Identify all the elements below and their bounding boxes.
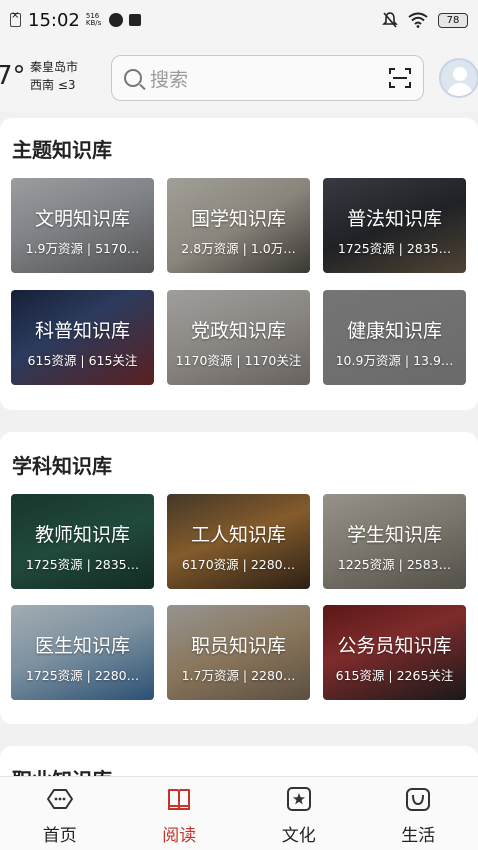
- section-theme-library: 主题知识库 文明知识库 1.9万资源 | 5170… 国学知识库 2.8万资源 …: [0, 118, 478, 410]
- weather-city: 秦皇岛市: [30, 60, 79, 74]
- avatar[interactable]: [439, 58, 478, 98]
- culture-icon: [286, 787, 311, 811]
- notification-icon: [109, 13, 124, 27]
- card-stats: 1725资源 | 2835…: [337, 241, 452, 256]
- card-stats: 1225资源 | 2583…: [337, 557, 452, 572]
- card-name: 教师知识库: [34, 524, 130, 546]
- library-card-jiaoshi[interactable]: 教师知识库 1725资源 | 2835…: [11, 494, 154, 589]
- app-notification-icon: [129, 14, 142, 26]
- library-card-dangzheng[interactable]: 党政知识库 1170资源 | 1170关注: [167, 290, 310, 385]
- nav-home[interactable]: 首页: [0, 777, 120, 850]
- card-name: 科普知识库: [34, 320, 130, 342]
- home-icon: [46, 789, 73, 809]
- section-title: 学科知识库: [12, 454, 112, 478]
- net-speed: 516 KB/s: [86, 13, 101, 27]
- card-stats: 2.8万资源 | 1.0万…: [181, 241, 296, 256]
- library-card-jiankang[interactable]: 健康知识库 10.9万资源 | 13.9…: [323, 290, 466, 385]
- library-card-gongwuyuan[interactable]: 公务员知识库 615资源 | 2265关注: [323, 605, 466, 700]
- section-title: 主题知识库: [12, 138, 112, 162]
- card-name: 党政知识库: [190, 320, 286, 342]
- card-name: 国学知识库: [190, 208, 286, 230]
- book-icon: [168, 789, 191, 810]
- library-card-pufa[interactable]: 普法知识库 1725资源 | 2835…: [323, 178, 466, 273]
- library-card-kepu[interactable]: 科普知识库 615资源 | 615关注: [11, 290, 154, 385]
- wifi-icon: [408, 12, 428, 28]
- card-stats: 615资源 | 615关注: [27, 353, 138, 368]
- nav-label: 生活: [401, 826, 436, 846]
- card-name: 健康知识库: [346, 320, 442, 342]
- life-icon: [406, 788, 431, 811]
- library-card-zhiyuan[interactable]: 职员知识库 1.7万资源 | 2280…: [167, 605, 310, 700]
- weather-location[interactable]: 秦皇岛市 西南 ≤3: [30, 58, 78, 94]
- card-name: 公务员知识库: [337, 635, 452, 657]
- card-stats: 1.9万资源 | 5170…: [25, 241, 140, 256]
- card-name: 普法知识库: [346, 208, 442, 230]
- net-speed-unit: KB/s: [85, 19, 102, 27]
- scan-icon[interactable]: [389, 68, 411, 88]
- nav-label: 文化: [281, 826, 316, 846]
- mute-icon: [382, 12, 398, 28]
- card-stats: 1170资源 | 1170关注: [175, 353, 302, 368]
- library-card-xuesheng[interactable]: 学生知识库 1225资源 | 2583…: [323, 494, 466, 589]
- sim-icon: [10, 10, 21, 27]
- nav-label: 阅读: [162, 826, 197, 846]
- nav-culture[interactable]: 文化: [239, 777, 359, 850]
- card-stats: 615资源 | 2265关注: [335, 668, 454, 683]
- status-bar: 15:02 516 KB/s 78: [0, 0, 478, 40]
- card-stats: 1725资源 | 2835…: [25, 557, 140, 572]
- nav-life[interactable]: 生活: [359, 777, 478, 850]
- search-icon: [124, 69, 142, 87]
- status-time: 15:02: [28, 9, 80, 31]
- card-name: 文明知识库: [34, 208, 130, 230]
- card-stats: 6170资源 | 2280…: [181, 557, 296, 572]
- section-subject-library: 学科知识库 教师知识库 1725资源 | 2835… 工人知识库 6170资源 …: [0, 432, 478, 724]
- card-stats: 1.7万资源 | 2280…: [181, 668, 296, 683]
- library-card-wenming[interactable]: 文明知识库 1.9万资源 | 5170…: [11, 178, 154, 273]
- card-stats: 1725资源 | 2280…: [25, 668, 140, 683]
- search-placeholder: 搜索: [150, 68, 189, 91]
- card-name: 学生知识库: [346, 524, 442, 546]
- weather-wind: 西南 ≤3: [30, 78, 76, 92]
- card-name: 职员知识库: [190, 635, 286, 657]
- library-card-yisheng[interactable]: 医生知识库 1725资源 | 2280…: [11, 605, 154, 700]
- card-name: 医生知识库: [34, 635, 130, 657]
- battery-icon: 78: [438, 12, 468, 28]
- card-stats: 10.9万资源 | 13.9…: [335, 353, 454, 368]
- library-card-gongren[interactable]: 工人知识库 6170资源 | 2280…: [167, 494, 310, 589]
- bottom-nav: 首页 阅读 文化 生活: [0, 776, 478, 850]
- card-name: 工人知识库: [190, 524, 286, 546]
- nav-label: 首页: [42, 826, 77, 846]
- top-header: 7° 秦皇岛市 西南 ≤3 搜索: [0, 40, 478, 112]
- library-card-guoxue[interactable]: 国学知识库 2.8万资源 | 1.0万…: [167, 178, 310, 273]
- search-box[interactable]: 搜索: [111, 55, 424, 101]
- nav-read[interactable]: 阅读: [120, 777, 240, 850]
- weather-temperature: 7°: [0, 61, 26, 91]
